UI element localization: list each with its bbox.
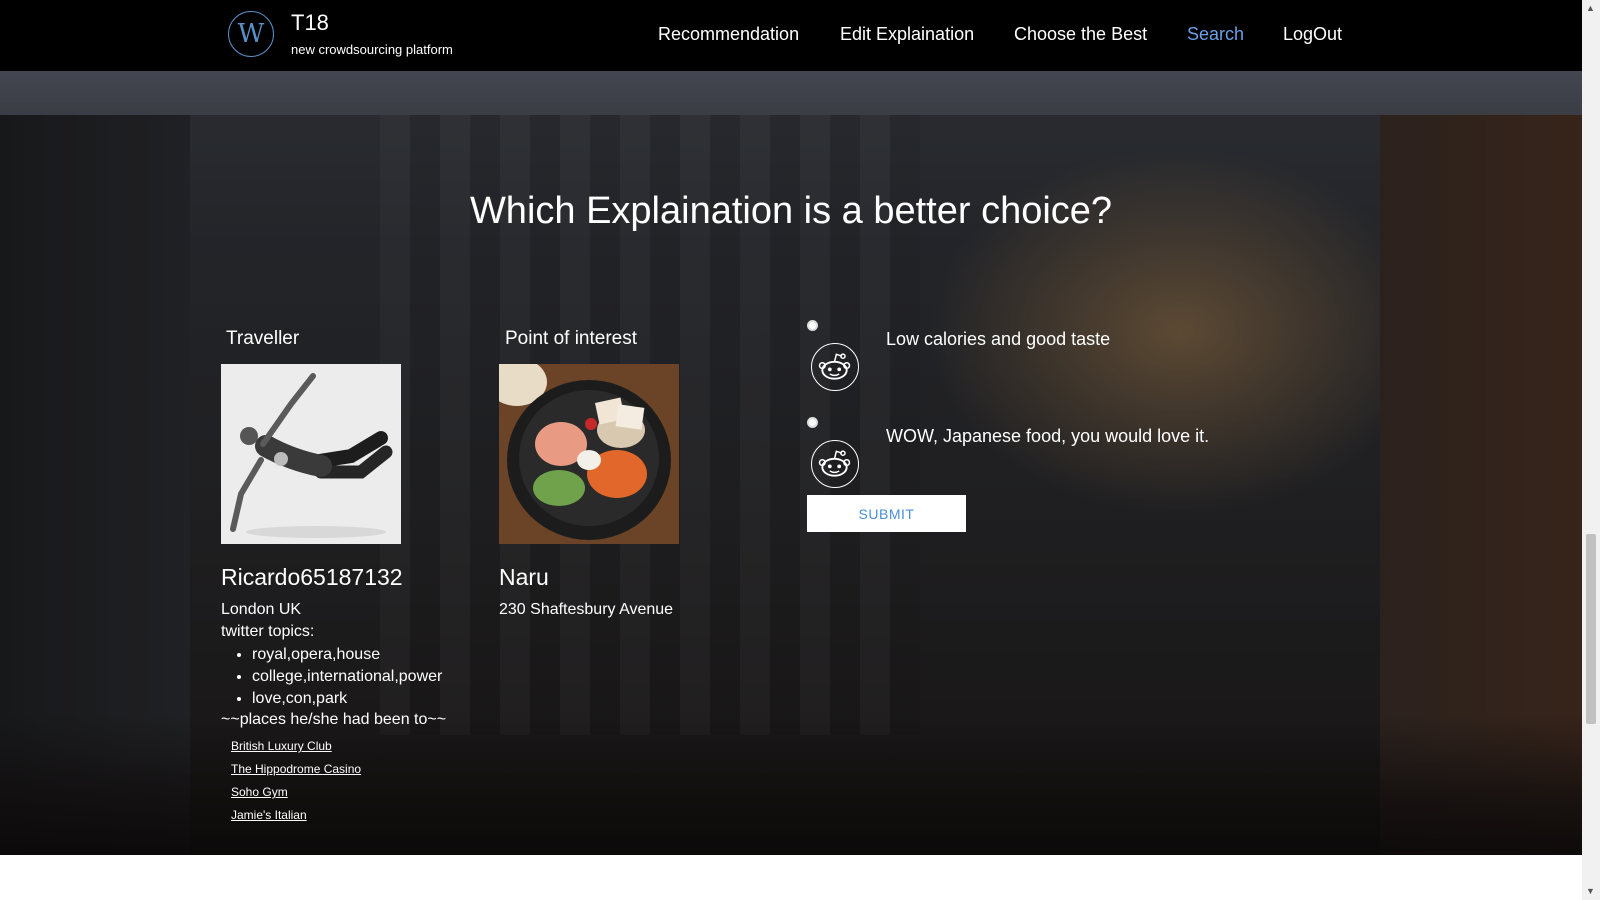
dancer-image: [221, 364, 401, 544]
places-list: British Luxury Club The Hippodrome Casin…: [231, 739, 361, 831]
poi-label: Point of interest: [505, 328, 638, 349]
logo-letter: W: [237, 19, 265, 49]
navbar: W T18 new crowdsourcing platform Recomme…: [0, 0, 1582, 71]
reddit-alien-icon: [818, 353, 851, 380]
twitter-topics-label: twitter topics:: [221, 623, 315, 640]
places-label: ~~places he/she had been to~~: [221, 711, 447, 728]
nav-choose-the-best[interactable]: Choose the Best: [1014, 24, 1147, 45]
option-1-text[interactable]: Low calories and good taste: [886, 329, 1110, 350]
place-link[interactable]: The Hippodrome Casino: [231, 762, 361, 785]
nav-recommendation[interactable]: Recommendation: [658, 24, 799, 45]
traveller-label: Traveller: [226, 328, 300, 349]
reddit-alien-icon: [818, 450, 851, 477]
twitter-topics-list: royal,opera,house college,international,…: [221, 644, 442, 710]
nav-logout[interactable]: LogOut: [1283, 24, 1342, 45]
option-2-text[interactable]: WOW, Japanese food, you would love it.: [886, 426, 1209, 447]
submit-button[interactable]: SUBMIT: [807, 495, 966, 532]
poi-name: Naru: [499, 564, 549, 590]
nav-edit-explaination[interactable]: Edit Explaination: [840, 24, 974, 45]
scrollbar-track[interactable]: [1582, 0, 1600, 900]
option-2-radio[interactable]: [807, 417, 818, 428]
brand-title[interactable]: T18: [291, 10, 329, 36]
place-link[interactable]: British Luxury Club: [231, 739, 361, 762]
list-item: love,con,park: [252, 688, 442, 710]
poi-photo: [499, 364, 679, 544]
reddit-icon: [811, 343, 859, 391]
traveller-location: London UK: [221, 601, 302, 618]
scroll-down-icon[interactable]: ▼: [1586, 886, 1595, 896]
brand-subtitle: new crowdsourcing platform: [291, 42, 453, 57]
list-item: college,international,power: [252, 666, 442, 688]
page-title: Which Explaination is a better choice?: [469, 190, 1113, 232]
scroll-up-icon[interactable]: ▲: [1586, 3, 1595, 13]
option-1-radio[interactable]: [807, 320, 818, 331]
place-link[interactable]: Soho Gym: [231, 785, 361, 808]
reddit-icon: [811, 440, 859, 488]
list-item: royal,opera,house: [252, 644, 442, 666]
food-bowl-image: [499, 364, 679, 544]
scrollbar-thumb[interactable]: [1586, 534, 1596, 724]
traveller-photo: [221, 364, 401, 544]
nav-search[interactable]: Search: [1187, 24, 1244, 45]
hero-top-band: [0, 71, 1582, 115]
poi-address: 230 Shaftesbury Avenue: [499, 601, 674, 618]
place-link[interactable]: Jamie's Italian: [231, 808, 361, 831]
traveller-name: Ricardo65187132: [221, 564, 403, 590]
logo-icon[interactable]: W: [228, 11, 274, 57]
